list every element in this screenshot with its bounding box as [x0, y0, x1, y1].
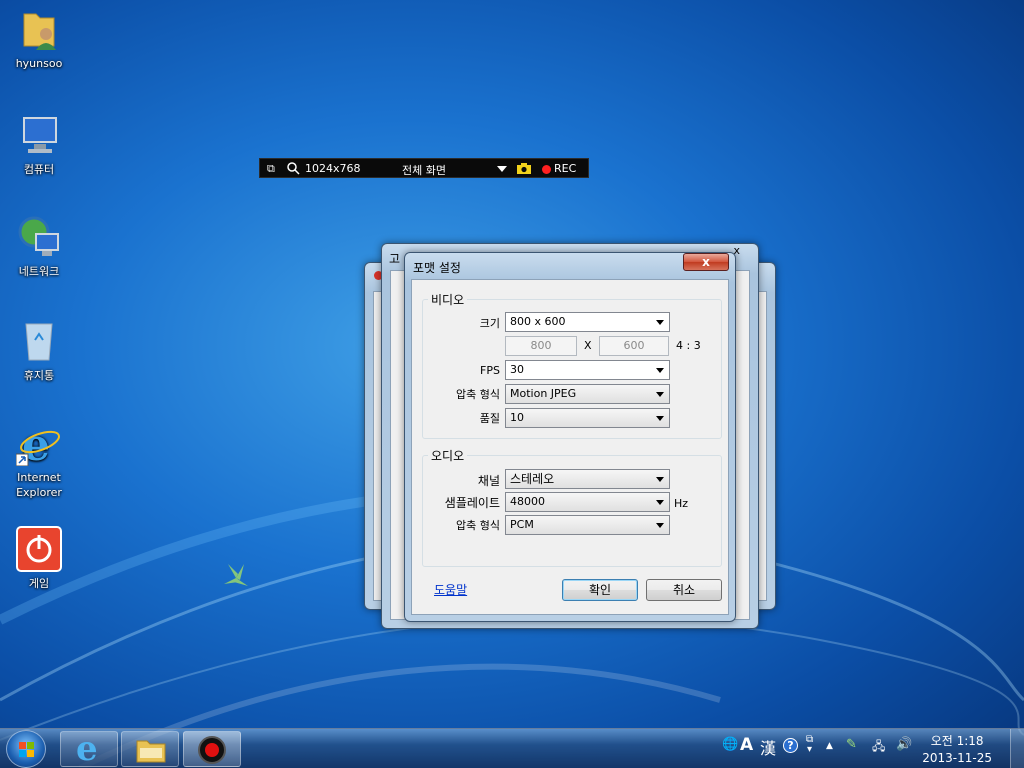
audio-group-title: 오디오	[428, 447, 468, 464]
samplerate-value: 48000	[510, 495, 545, 508]
width-field[interactable]: 800	[505, 336, 577, 356]
desktop-icon-hyunsoo[interactable]: hyunsoo	[2, 6, 76, 71]
show-desktop-button[interactable]	[1010, 729, 1024, 768]
format-settings-dialog: 포맷 설정 x 비디오 크기 800 x 600 800 X 600 4 : 3…	[404, 252, 736, 622]
quality-value: 10	[510, 411, 524, 424]
ime-mode-icon[interactable]: A	[740, 735, 753, 755]
quality-label: 품질	[479, 412, 500, 425]
desktop-icon-game[interactable]: 게임	[2, 526, 76, 591]
capture-mode-text[interactable]: 전체 화면	[402, 162, 446, 178]
recorder-toolbar: ⧉ 1024x768 전체 화면 REC	[259, 158, 589, 178]
record-dot-icon	[205, 743, 219, 757]
fps-label: FPS	[480, 364, 500, 377]
samplerate-select[interactable]: 48000	[505, 492, 670, 512]
chevron-down-icon	[656, 477, 664, 482]
dialog-title: 포맷 설정	[413, 261, 461, 275]
user-folder-icon	[16, 6, 62, 52]
start-button[interactable]	[6, 730, 46, 768]
hz-unit-label: Hz	[674, 497, 689, 510]
video-group-title: 비디오	[428, 291, 468, 308]
chevron-down-icon	[656, 416, 664, 421]
recycle-bin-icon	[16, 318, 62, 364]
audio-codec-label: 압축 형식	[456, 519, 500, 532]
x-separator: X	[584, 339, 592, 352]
taskbar: e 🌐 A 漢 ? ⧉ ▾ ▲ ✎ 🖧 🔊 오전 1:18 2013-11-25	[0, 728, 1024, 768]
desktop-icon-label: 휴지통	[23, 369, 55, 382]
video-codec-select[interactable]: Motion JPEG	[505, 384, 670, 404]
zoom-icon[interactable]	[287, 162, 300, 178]
aspect-ratio-text: 4 : 3	[676, 339, 701, 352]
height-field[interactable]: 600	[599, 336, 669, 356]
folder-icon	[136, 740, 166, 763]
help-link[interactable]: 도움말	[434, 581, 467, 598]
volume-icon[interactable]: 🔊	[896, 737, 912, 752]
desktop-icon-label: 네트워크	[18, 265, 60, 278]
fps-select[interactable]: 30	[505, 360, 670, 380]
taskbar-explorer[interactable]	[121, 731, 179, 767]
rec-label[interactable]: REC	[554, 162, 576, 175]
desktop-icon-internet-explorer[interactable]: e Internet Explorer	[2, 420, 76, 500]
show-hidden-icons-icon[interactable]: ▲	[826, 741, 833, 751]
desktop-icon-computer[interactable]: 컴퓨터	[2, 112, 76, 177]
desktop-icon-label: 게임	[28, 577, 50, 590]
clock-time: 오전 1:18	[930, 734, 984, 748]
chevron-down-icon	[656, 320, 664, 325]
language-bar-icon[interactable]: 🌐	[722, 737, 738, 752]
desktop-icon-label: Internet Explorer	[16, 471, 62, 499]
power-game-icon	[16, 526, 62, 572]
usb-device-icon[interactable]: ✎	[846, 737, 857, 752]
taskbar-internet-explorer[interactable]: e	[60, 729, 118, 768]
hanja-icon[interactable]: 漢	[760, 735, 776, 759]
window-title: 고	[389, 252, 401, 266]
channel-value: 스테레오	[510, 472, 555, 486]
help-icon[interactable]: ?	[783, 738, 798, 753]
network-icon	[16, 214, 62, 260]
size-label: 크기	[479, 317, 500, 330]
camera-icon[interactable]	[517, 163, 531, 177]
chevron-down-icon	[656, 368, 664, 373]
video-codec-value: Motion JPEG	[510, 387, 577, 400]
clock-date: 2013-11-25	[922, 751, 992, 765]
ime-options-icon[interactable]: ⧉ ▾	[806, 735, 813, 755]
samplerate-label: 샘플레이트	[444, 496, 500, 510]
dropdown-arrow-icon[interactable]	[497, 166, 507, 172]
chevron-down-icon	[656, 392, 664, 397]
windows-logo-icon	[19, 742, 34, 757]
internet-explorer-icon: e	[15, 420, 62, 471]
desktop-icon-label: hyunsoo	[15, 57, 63, 70]
internet-explorer-icon: e	[76, 729, 98, 768]
ok-button[interactable]: 확인	[562, 579, 638, 601]
resolution-text: 1024x768	[305, 162, 361, 175]
dialog-client-area: 비디오 크기 800 x 600 800 X 600 4 : 3 FPS 30 …	[411, 279, 729, 615]
network-status-icon[interactable]: 🖧	[872, 737, 885, 758]
fps-select-value: 30	[510, 363, 524, 376]
channel-label: 채널	[477, 474, 500, 488]
quality-select[interactable]: 10	[505, 408, 670, 428]
desktop-icon-label: 컴퓨터	[23, 163, 55, 176]
size-select-value: 800 x 600	[510, 315, 566, 328]
chevron-down-icon	[656, 500, 664, 505]
desktop-icon-network[interactable]: 네트워크	[2, 214, 76, 279]
cancel-button[interactable]: 취소	[646, 579, 722, 601]
size-select[interactable]: 800 x 600	[505, 312, 670, 332]
record-dot-icon[interactable]	[542, 165, 551, 174]
desktop-icon-recycle-bin[interactable]: 휴지통	[2, 318, 76, 383]
clock[interactable]: 오전 1:18 2013-11-25	[922, 733, 992, 767]
video-codec-label: 압축 형식	[456, 388, 500, 401]
chevron-down-icon	[656, 523, 664, 528]
computer-icon	[16, 112, 62, 158]
audio-codec-value: PCM	[510, 518, 534, 531]
channel-select[interactable]: 스테레오	[505, 469, 670, 489]
audio-codec-select[interactable]: PCM	[505, 515, 670, 535]
taskbar-recorder[interactable]	[183, 731, 241, 767]
window-switch-icon[interactable]: ⧉	[267, 162, 275, 176]
close-button[interactable]: x	[683, 253, 729, 271]
close-icon: x	[702, 255, 710, 269]
